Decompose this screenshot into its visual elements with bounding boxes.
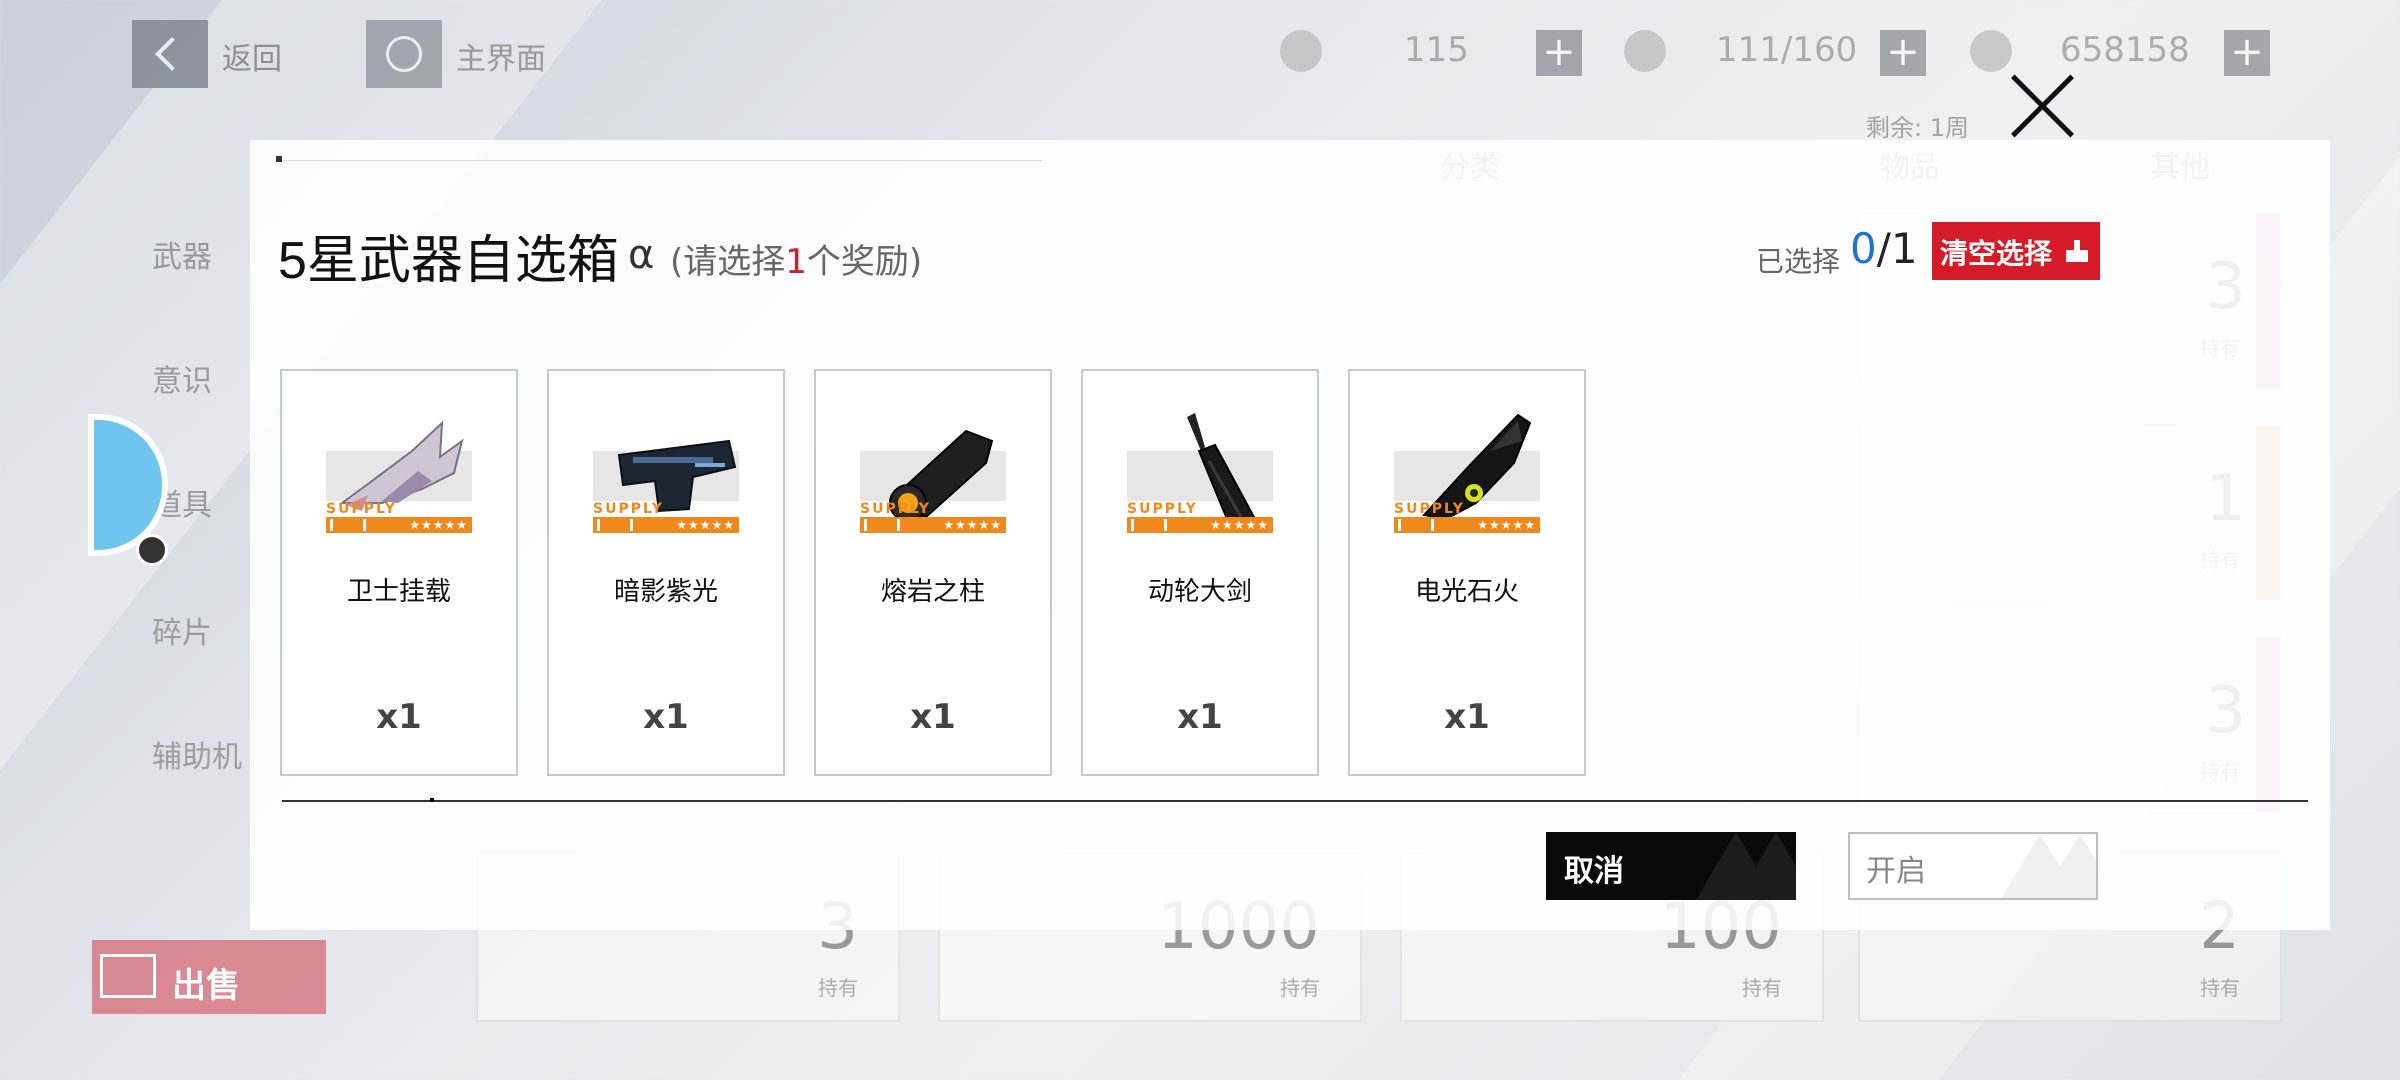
open-label: 开启 bbox=[1866, 854, 1926, 889]
add-coin-button[interactable]: + bbox=[2224, 30, 2270, 76]
rarity-stars: ★★★★★ bbox=[409, 518, 468, 532]
lock-icon bbox=[136, 534, 168, 566]
hint-count: 1 bbox=[785, 242, 807, 282]
eraser-icon bbox=[2066, 240, 2088, 262]
rarity-stars: ★★★★★ bbox=[1210, 518, 1269, 532]
owned-label: 持有 bbox=[1742, 976, 1782, 1000]
reward-card[interactable]: SUPPLY ★★★★★ 动轮大剑 x1 bbox=[1081, 369, 1319, 776]
resource-stamina-value: 111/160 bbox=[1716, 30, 1858, 70]
supply-badge: SUPPLY ★★★★★ bbox=[1394, 501, 1540, 533]
sell-label: 出售 bbox=[172, 966, 240, 1006]
side-tab-weapon[interactable]: 武器 bbox=[152, 232, 212, 276]
back-button[interactable] bbox=[132, 20, 208, 88]
decor-triangle bbox=[2040, 834, 2096, 898]
reward-name: 熔岩之柱 bbox=[880, 577, 985, 607]
rarity-stars: ★★★★★ bbox=[943, 518, 1002, 532]
reward-quantity: x1 bbox=[643, 697, 689, 737]
resource-coin-value: 658158 bbox=[2060, 30, 2190, 70]
add-stamina-button[interactable]: + bbox=[1880, 30, 1926, 76]
open-button[interactable]: 开启 bbox=[1848, 832, 2098, 900]
selected-label: 已选择 bbox=[1756, 245, 1841, 278]
cancel-label: 取消 bbox=[1564, 854, 1624, 889]
clear-selection-label: 清空选择 bbox=[1940, 237, 2053, 270]
coin-icon bbox=[1970, 30, 2012, 72]
selected-total: /1 bbox=[1876, 224, 1918, 273]
supply-badge: SUPPLY ★★★★★ bbox=[1127, 501, 1273, 533]
reward-card[interactable]: SUPPLY ★★★★★ 熔岩之柱 x1 bbox=[814, 369, 1052, 776]
rarity-stars: ★★★★★ bbox=[1477, 518, 1536, 532]
side-tab-support[interactable]: 辅助机 bbox=[152, 732, 242, 776]
selection-hint: (请选择1个奖励) bbox=[670, 242, 923, 282]
owned-label: 持有 bbox=[1280, 976, 1320, 1000]
side-tab-fragment[interactable]: 碎片 bbox=[152, 608, 212, 652]
resource-fuel-value: 115 bbox=[1404, 30, 1469, 70]
home-button[interactable] bbox=[366, 20, 442, 88]
stamina-icon bbox=[1624, 30, 1666, 72]
cancel-button[interactable]: 取消 bbox=[1546, 832, 1796, 900]
decor-line bbox=[282, 160, 1042, 161]
dialog-divider bbox=[282, 800, 2308, 802]
fuel-icon bbox=[1280, 30, 1322, 72]
side-tab-stigmata[interactable]: 意识 bbox=[152, 356, 212, 400]
reward-quantity: x1 bbox=[1444, 697, 1490, 737]
back-label: 返回 bbox=[222, 42, 282, 77]
selected-current: 0 bbox=[1850, 224, 1877, 273]
owned-label: 持有 bbox=[2200, 976, 2240, 1000]
reward-card[interactable]: SUPPLY ★★★★★ 电光石火 x1 bbox=[1348, 369, 1586, 776]
reward-card[interactable]: SUPPLY ★★★★★ 卫士挂载 x1 bbox=[280, 369, 518, 776]
remaining-time: 剩余: 1周 bbox=[1866, 114, 1969, 142]
close-icon[interactable] bbox=[2006, 70, 2078, 142]
dialog-title-suffix: α bbox=[628, 232, 655, 278]
supply-badge: SUPPLY ★★★★★ bbox=[593, 501, 739, 533]
reward-name: 卫士挂载 bbox=[346, 577, 451, 607]
reward-card[interactable]: SUPPLY ★★★★★ 暗影紫光 x1 bbox=[547, 369, 785, 776]
sell-icon bbox=[100, 954, 156, 998]
reward-name: 暗影紫光 bbox=[613, 577, 718, 607]
decor-triangle bbox=[1736, 832, 1796, 900]
owned-label: 持有 bbox=[818, 976, 858, 1000]
supply-badge: SUPPLY ★★★★★ bbox=[860, 501, 1006, 533]
supply-badge: SUPPLY ★★★★★ bbox=[326, 501, 472, 533]
reward-quantity: x1 bbox=[376, 697, 422, 737]
dialog-title: 5星武器自选箱 bbox=[278, 232, 619, 290]
home-label: 主界面 bbox=[456, 42, 546, 77]
clear-selection-button[interactable]: 清空选择 bbox=[1932, 222, 2100, 280]
selected-counter: 0/1 bbox=[1850, 224, 1918, 273]
add-fuel-button[interactable]: + bbox=[1536, 30, 1582, 76]
reward-quantity: x1 bbox=[1177, 697, 1223, 737]
reward-quantity: x1 bbox=[910, 697, 956, 737]
decor-dot bbox=[276, 156, 282, 162]
reward-name: 电光石火 bbox=[1414, 577, 1519, 607]
decor-dot bbox=[430, 798, 434, 802]
rarity-stars: ★★★★★ bbox=[676, 518, 735, 532]
reward-name: 动轮大剑 bbox=[1147, 577, 1252, 607]
